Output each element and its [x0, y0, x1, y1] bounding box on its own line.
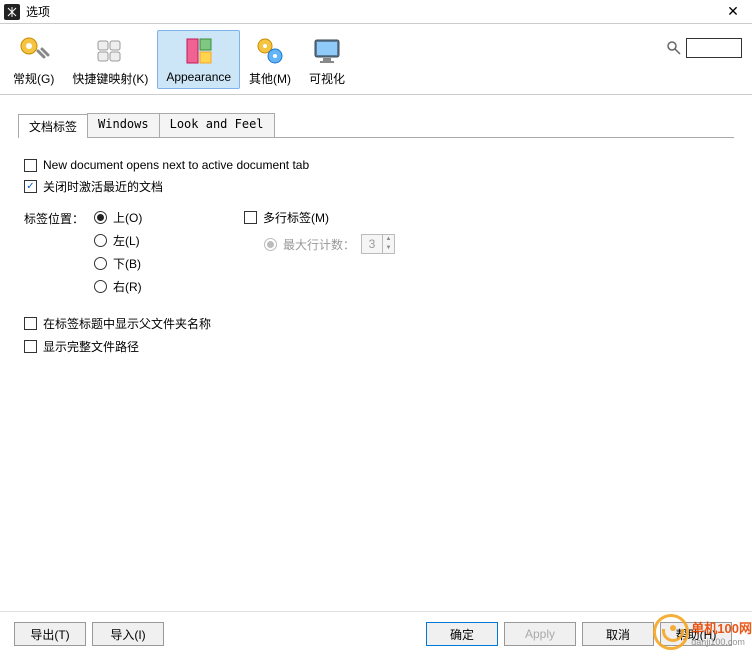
search-input[interactable]	[686, 38, 742, 58]
toolbar-label: 可视化	[309, 70, 345, 87]
tab-strip: 文档标签 Windows Look and Feel	[18, 113, 734, 138]
tab-document-tabs[interactable]: 文档标签	[18, 114, 88, 138]
content-area: 文档标签 Windows Look and Feel New document …	[0, 95, 752, 615]
checkbox-label: New document opens next to active docume…	[43, 158, 309, 172]
toolbar-item-general[interactable]: 常规(G)	[4, 30, 63, 92]
max-rows-row: 最大行计数： 3 ▲ ▼	[264, 234, 395, 254]
export-button[interactable]: 导出(T)	[14, 622, 86, 646]
gear-icon	[18, 35, 50, 67]
radio-icon	[264, 238, 277, 251]
radio-label: 左(L)	[113, 232, 140, 249]
checkbox-label: 在标签标题中显示父文件夹名称	[43, 315, 211, 332]
misc-icon	[254, 35, 286, 67]
search-area	[666, 30, 748, 58]
toolbar-item-visual[interactable]: 可视化	[300, 30, 354, 92]
toolbar: 常规(G) 快捷键映射(K) Appearance 其他(M) 可视化	[0, 24, 752, 95]
checkbox-icon	[24, 340, 37, 353]
checkbox-new-doc-next[interactable]: New document opens next to active docume…	[24, 158, 728, 172]
tab-position-group: 标签位置： 上(O) 左(L) 下(B) 右(R)	[24, 209, 728, 301]
checkbox-activate-recent[interactable]: 关闭时激活最近的文档	[24, 178, 728, 195]
checkbox-icon	[244, 211, 257, 224]
checkbox-label: 关闭时激活最近的文档	[43, 178, 163, 195]
radio-icon	[94, 257, 107, 270]
radio-bottom[interactable]: 下(B)	[94, 255, 244, 272]
toolbar-label: 其他(M)	[249, 70, 291, 87]
radio-label: 上(O)	[113, 209, 142, 226]
spinner-value: 3	[362, 237, 382, 251]
app-icon	[4, 4, 20, 20]
toolbar-item-keymap[interactable]: 快捷键映射(K)	[63, 30, 157, 92]
radio-icon	[94, 234, 107, 247]
window-title: 选项	[26, 3, 718, 20]
footer: 导出(T) 导入(I) 确定 Apply 取消 帮助(H)	[0, 611, 752, 660]
tab-look-and-feel[interactable]: Look and Feel	[159, 113, 275, 137]
checkbox-show-fullpath[interactable]: 显示完整文件路径	[24, 338, 728, 355]
radio-right[interactable]: 右(R)	[94, 278, 244, 295]
radio-label: 右(R)	[113, 278, 142, 295]
tab-panel: New document opens next to active docume…	[18, 138, 734, 381]
radio-icon	[94, 280, 107, 293]
cancel-button[interactable]: 取消	[582, 622, 654, 646]
spinner-down-icon: ▼	[383, 244, 394, 253]
monitor-icon	[311, 35, 343, 67]
search-icon	[666, 40, 682, 56]
toolbar-item-appearance[interactable]: Appearance	[157, 30, 240, 89]
appearance-icon	[183, 35, 215, 67]
max-rows-spinner: 3 ▲ ▼	[361, 234, 395, 254]
radio-top[interactable]: 上(O)	[94, 209, 244, 226]
max-rows-label: 最大行计数：	[283, 236, 355, 253]
apply-button: Apply	[504, 622, 576, 646]
radio-icon	[94, 211, 107, 224]
group-label: 标签位置：	[24, 209, 94, 227]
checkbox-icon	[24, 317, 37, 330]
checkbox-label: 显示完整文件路径	[43, 338, 139, 355]
toolbar-label: 常规(G)	[13, 70, 54, 87]
ok-button[interactable]: 确定	[426, 622, 498, 646]
radio-left[interactable]: 左(L)	[94, 232, 244, 249]
checkbox-multirow[interactable]: 多行标签(M)	[244, 209, 395, 226]
checkbox-icon	[24, 159, 37, 172]
checkbox-icon	[24, 180, 37, 193]
spinner-up-icon: ▲	[383, 235, 394, 244]
close-button[interactable]: ✕	[718, 1, 748, 23]
checkbox-show-parent[interactable]: 在标签标题中显示父文件夹名称	[24, 315, 728, 332]
toolbar-label: Appearance	[166, 70, 231, 84]
tab-windows[interactable]: Windows	[87, 113, 160, 137]
radio-label: 下(B)	[113, 255, 141, 272]
titlebar: 选项 ✕	[0, 0, 752, 24]
help-button[interactable]: 帮助(H)	[660, 622, 732, 646]
keyboard-icon	[94, 35, 126, 67]
toolbar-label: 快捷键映射(K)	[72, 70, 148, 87]
import-button[interactable]: 导入(I)	[92, 622, 164, 646]
checkbox-label: 多行标签(M)	[263, 209, 329, 226]
toolbar-item-misc[interactable]: 其他(M)	[240, 30, 300, 92]
